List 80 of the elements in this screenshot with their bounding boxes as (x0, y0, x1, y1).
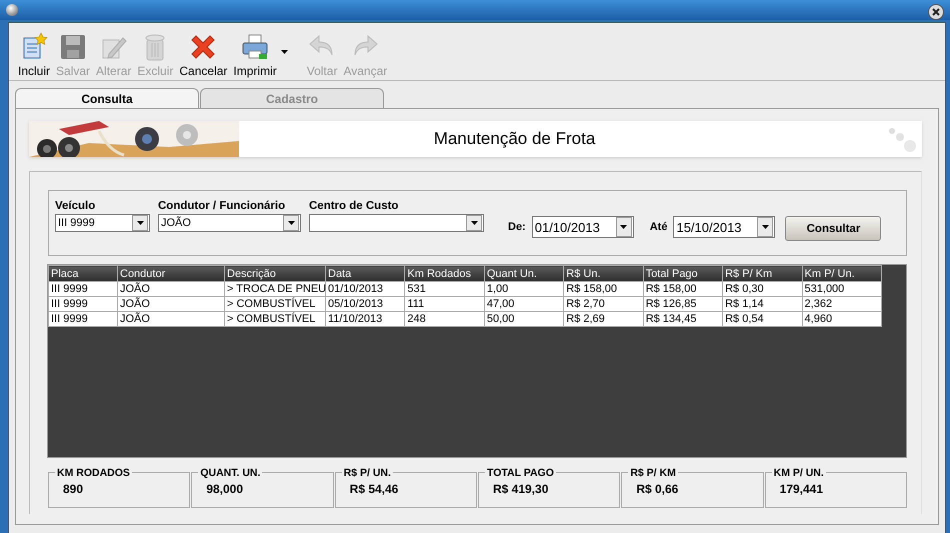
caret-icon (288, 221, 294, 225)
total-value: 98,000 (206, 482, 244, 496)
column-header[interactable]: Condutor (118, 266, 224, 282)
table-cell: R$ 134,45 (643, 312, 723, 326)
caret-icon (281, 50, 288, 54)
table-cell: > TROCA DE PNEU (224, 282, 326, 296)
total-value: 179,441 (780, 482, 824, 496)
total-label: R$ P/ KM (628, 467, 678, 479)
total-label: KM RODADOS (55, 467, 132, 479)
caret-icon (470, 221, 478, 225)
banner-title: Manutenção de Frota (432, 129, 596, 149)
table-cell: 50,00 (484, 312, 564, 326)
table-cell: R$ 2,70 (564, 296, 644, 312)
table-cell: 111 (404, 296, 484, 312)
table-cell: 11/10/2013 (326, 312, 405, 326)
total-value: R$ 0,66 (636, 482, 680, 496)
table-cell: R$ 158,00 (643, 282, 723, 296)
field-label: Até (650, 221, 668, 233)
dropdown[interactable]: III 9999 (55, 214, 150, 232)
column-header[interactable]: Data (326, 266, 405, 282)
dropdown[interactable]: JOÃO (158, 214, 301, 232)
dropdown-button[interactable] (280, 48, 290, 56)
table-cell: R$ 2,69 (564, 312, 644, 326)
table-cell: > COMBUSTÍVEL (224, 296, 326, 312)
table-cell: III 9999 (48, 296, 118, 312)
total-value: 890 (63, 482, 84, 496)
total-value: R$ 419,30 (492, 482, 550, 496)
table-cell: 248 (404, 312, 484, 326)
table-cell: R$ 0,30 (722, 282, 802, 296)
window-icon (6, 4, 18, 16)
caret-icon (762, 225, 769, 229)
caret-icon (620, 225, 628, 229)
table-cell: 531 (404, 282, 484, 296)
close-icon (931, 7, 941, 17)
total-label: QUANT. UN. (198, 467, 262, 479)
column-header[interactable]: Total Pago (643, 266, 723, 282)
caret-icon (136, 221, 144, 225)
column-header[interactable]: Quant Un. (484, 266, 564, 282)
table-cell: R$ 126,85 (643, 296, 723, 312)
field-label: Centro de Custo (309, 200, 400, 212)
tab[interactable]: Consulta (15, 88, 199, 108)
table-cell: 47,00 (484, 296, 564, 312)
date-picker[interactable]: 01/10/2013 (532, 216, 634, 238)
total-label: R$ P/ UN. (342, 467, 393, 479)
table-cell: III 9999 (48, 282, 118, 296)
field-label: De: (508, 221, 526, 233)
total-value: R$ 54,46 (350, 482, 400, 496)
column-header[interactable]: Placa (48, 266, 118, 282)
table-cell: R$ 1,14 (722, 296, 802, 312)
field-label: Veículo (55, 200, 96, 212)
date-picker[interactable]: 15/10/2013 (673, 216, 776, 238)
table-cell: > COMBUSTÍVEL (224, 312, 326, 326)
table-cell: R$ 158,00 (564, 282, 644, 296)
table-cell: 531,000 (802, 282, 882, 296)
bubbles-icon (886, 125, 916, 153)
total-label: KM P/ UN. (772, 467, 826, 479)
toolbar-button[interactable]: Incluir (15, 28, 54, 78)
toolbar-button[interactable]: Cancelar (176, 28, 230, 78)
column-header[interactable]: Km Rodados (404, 266, 484, 282)
table-cell: JOÃO (118, 312, 224, 326)
table-cell: III 9999 (48, 312, 118, 326)
table-cell: 4,960 (802, 312, 882, 326)
table-cell: R$ 0,54 (722, 312, 802, 326)
column-header[interactable]: Descrição (224, 266, 326, 282)
close-button[interactable] (928, 4, 944, 20)
total-label: TOTAL PAGO (484, 467, 556, 479)
table-cell: JOÃO (118, 282, 224, 296)
field-label: Condutor / Funcionário (158, 200, 286, 212)
table-cell: 01/10/2013 (326, 282, 405, 296)
table-cell: JOÃO (118, 296, 224, 312)
column-header[interactable]: Km P/ Un. (802, 266, 882, 282)
toolbar-button[interactable]: Imprimir (230, 28, 280, 78)
printer-icon (240, 32, 270, 62)
column-header[interactable]: R$ P/ Km (722, 266, 802, 282)
dropdown[interactable] (309, 214, 484, 232)
table-cell: 2,362 (802, 296, 882, 312)
consult-button[interactable]: Consultar (785, 216, 882, 241)
table-cell: 05/10/2013 (326, 296, 405, 312)
column-header[interactable]: R$ Un. (564, 266, 644, 282)
table-cell: 1,00 (484, 282, 564, 296)
